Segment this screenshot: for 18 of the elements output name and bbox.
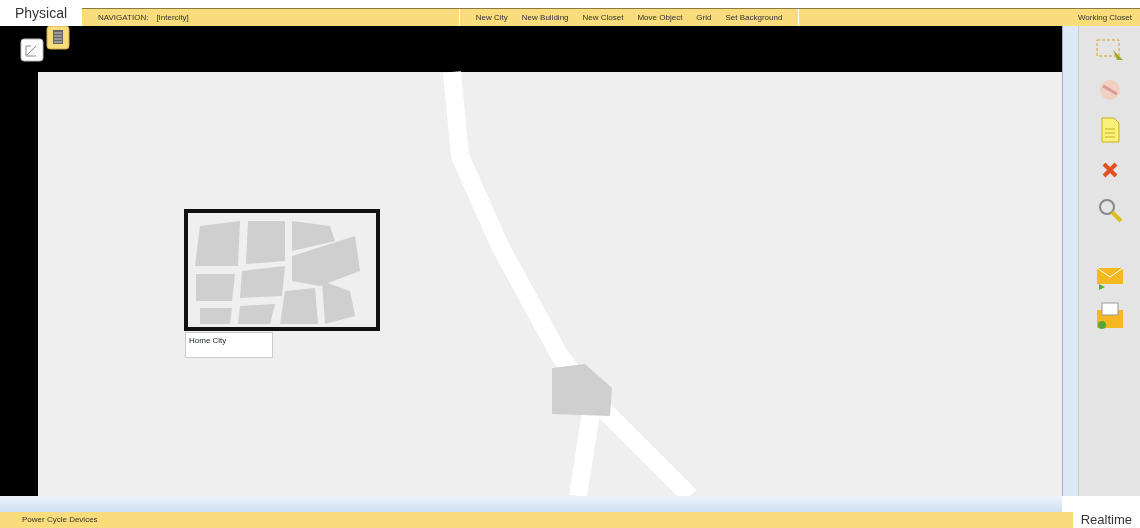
horizontal-scrollbar[interactable] [0, 496, 1062, 512]
building-shape [552, 364, 612, 416]
toolbar-button[interactable]: Grid [696, 11, 712, 24]
list-icon[interactable] [46, 26, 70, 50]
toolbar-button[interactable]: New City [475, 11, 508, 24]
status-text[interactable]: Power Cycle Devices [22, 512, 98, 528]
vertical-scrollbar[interactable] [1062, 26, 1078, 496]
toolbar-button[interactable]: Move Object [637, 11, 683, 24]
toolbar-button[interactable]: Set Background [725, 11, 783, 24]
realtime-tab[interactable]: Realtime [1072, 512, 1140, 528]
toolbar-button[interactable]: New Closet [582, 11, 624, 24]
navigation-label: NAVIGATION: [98, 11, 149, 24]
navigation-location: [Intercity] [156, 11, 189, 24]
city-label[interactable]: Home City [185, 332, 273, 358]
city-icon[interactable] [184, 209, 380, 331]
toolbar-button[interactable]: New Building [521, 11, 569, 24]
working-closet-button[interactable]: Working Closet [1077, 11, 1132, 24]
edit-icon[interactable] [20, 38, 44, 62]
